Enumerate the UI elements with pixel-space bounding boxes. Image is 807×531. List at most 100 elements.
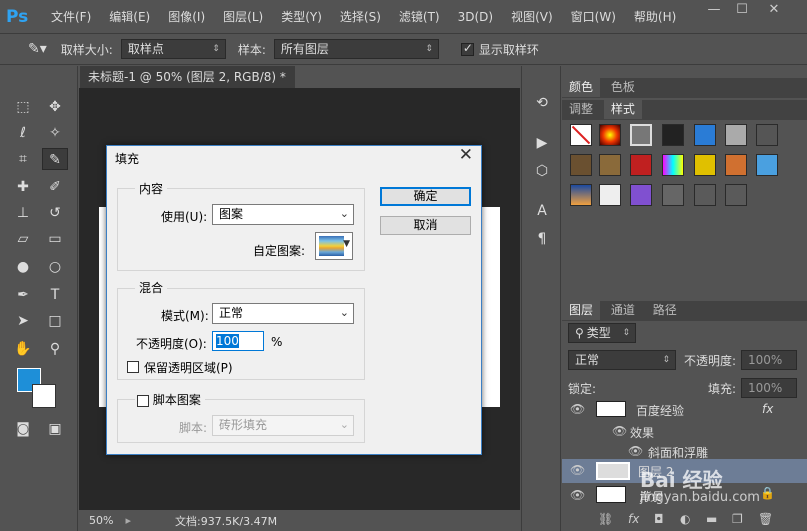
hand-tool-icon[interactable]: ✋	[10, 338, 36, 360]
actions-panel-icon[interactable]: ▶	[529, 132, 555, 154]
style-swatch[interactable]	[662, 154, 684, 176]
layer-row[interactable]: 👁 百度经验 fx	[562, 398, 807, 422]
minimize-button[interactable]: —	[701, 0, 727, 22]
style-swatch[interactable]	[599, 124, 621, 146]
healing-brush-tool-icon[interactable]: ✚	[10, 176, 36, 198]
status-menu-icon[interactable]: ▸	[125, 514, 131, 527]
style-swatch[interactable]	[570, 184, 592, 206]
style-swatch[interactable]	[694, 184, 716, 206]
fill-field[interactable]: 100%	[741, 378, 797, 398]
opacity-input[interactable]: 100	[212, 331, 264, 351]
menu-file[interactable]: 文件(F)	[42, 8, 100, 25]
menu-select[interactable]: 选择(S)	[331, 8, 390, 25]
add-style-icon[interactable]: fx	[628, 512, 639, 526]
menu-3d[interactable]: 3D(D)	[449, 10, 502, 24]
script-pattern-option[interactable]: 脚本图案	[135, 391, 205, 408]
background-color-swatch[interactable]	[32, 384, 56, 408]
zoom-level[interactable]: 50%	[89, 514, 113, 527]
paragraph-panel-icon[interactable]: ¶	[529, 228, 555, 250]
custom-pattern-picker[interactable]: ▼	[315, 232, 353, 260]
adjustment-layer-icon[interactable]: ◐	[680, 512, 690, 526]
style-swatch[interactable]	[725, 124, 747, 146]
menu-help[interactable]: 帮助(H)	[625, 8, 685, 25]
style-swatch[interactable]	[725, 184, 747, 206]
script-pattern-checkbox[interactable]	[137, 394, 149, 407]
style-swatch[interactable]	[694, 154, 716, 176]
eyedropper-tool-icon[interactable]: ✎▾	[28, 41, 47, 57]
layer-opacity-field[interactable]: 100%	[741, 350, 797, 370]
restore-button[interactable]: ☐	[729, 0, 755, 22]
ok-button[interactable]: 确定	[380, 187, 471, 206]
3d-panel-icon[interactable]: ⬡	[529, 160, 555, 182]
blur-tool-icon[interactable]: ●	[10, 256, 36, 278]
move-tool-icon[interactable]: ✥	[42, 96, 68, 118]
show-ring-checkbox[interactable]	[460, 41, 474, 56]
layer-kind-filter[interactable]: ⚲ 类型 ⇕	[568, 323, 636, 343]
fx-icon[interactable]: fx	[762, 402, 773, 416]
sample-select[interactable]: 所有图层 ⇕	[273, 39, 439, 59]
eraser-tool-icon[interactable]: ▱	[10, 228, 36, 250]
dodge-tool-icon[interactable]: ○	[42, 256, 68, 278]
layer-name[interactable]: 百度经验	[636, 402, 684, 419]
script-select[interactable]: 砖形填充 ⌄	[212, 415, 354, 436]
style-swatch[interactable]	[756, 154, 778, 176]
lasso-tool-icon[interactable]: ℓ	[10, 122, 36, 144]
document-tab[interactable]: 未标题-1 @ 50% (图层 2, RGB/8) * ×	[80, 66, 295, 106]
brush-tool-icon[interactable]: ✐	[42, 176, 68, 198]
menu-view[interactable]: 视图(V)	[502, 8, 562, 25]
style-swatch[interactable]	[725, 154, 747, 176]
style-swatch[interactable]	[570, 154, 592, 176]
history-panel-icon[interactable]: ⟲	[529, 92, 555, 114]
eyedropper-tool-icon[interactable]: ✎	[42, 148, 68, 170]
menu-filter[interactable]: 滤镜(T)	[390, 8, 449, 25]
screen-mode-icon[interactable]: ▣	[42, 418, 68, 440]
mode-select[interactable]: 正常 ⌄	[212, 303, 354, 324]
new-layer-icon[interactable]: ❐	[732, 512, 743, 526]
visibility-eye-icon[interactable]: 👁	[612, 424, 627, 438]
add-mask-icon[interactable]: ◘	[654, 512, 664, 526]
menu-type[interactable]: 类型(Y)	[272, 8, 331, 25]
crop-tool-icon[interactable]: ⌗	[10, 148, 36, 170]
clone-stamp-tool-icon[interactable]: ⊥	[10, 202, 36, 224]
delete-layer-icon[interactable]: 🗑	[758, 512, 773, 526]
style-swatch[interactable]	[662, 124, 684, 146]
new-group-icon[interactable]: ▬	[706, 512, 717, 526]
style-swatch[interactable]	[630, 154, 652, 176]
visibility-eye-icon[interactable]: 👁	[628, 444, 643, 458]
style-none[interactable]	[570, 124, 592, 146]
tab-paths[interactable]: 路径	[646, 301, 684, 320]
close-window-button[interactable]: ✕	[761, 0, 787, 22]
menu-window[interactable]: 窗口(W)	[562, 8, 625, 25]
cancel-button[interactable]: 取消	[380, 216, 471, 235]
style-swatch[interactable]	[599, 184, 621, 206]
style-swatch[interactable]	[694, 124, 716, 146]
shape-tool-icon[interactable]: □	[42, 310, 68, 332]
style-swatch[interactable]	[662, 184, 684, 206]
style-swatch[interactable]	[630, 184, 652, 206]
visibility-eye-icon[interactable]: 👁	[570, 402, 585, 416]
tab-adjustments[interactable]: 调整	[562, 100, 600, 119]
type-tool-icon[interactable]: T	[42, 284, 68, 306]
zoom-tool-icon[interactable]: ⚲	[42, 338, 68, 360]
link-layers-icon[interactable]: ⛓	[598, 512, 613, 526]
tab-channels[interactable]: 通道	[604, 301, 642, 320]
dialog-close-icon[interactable]: ✕	[459, 145, 473, 165]
tab-swatches[interactable]: 色板	[604, 78, 642, 97]
magic-wand-tool-icon[interactable]: ✧	[42, 122, 68, 144]
style-swatch[interactable]	[630, 124, 652, 146]
pen-tool-icon[interactable]: ✒	[10, 284, 36, 306]
menu-layer[interactable]: 图层(L)	[214, 8, 272, 25]
use-select[interactable]: 图案 ⌄	[212, 204, 354, 225]
sample-size-select[interactable]: 取样点 ⇕	[120, 39, 226, 59]
path-selection-tool-icon[interactable]: ➤	[10, 310, 36, 332]
menu-image[interactable]: 图像(I)	[159, 8, 214, 25]
quick-mask-icon[interactable]: ◙	[10, 418, 36, 440]
marquee-tool-icon[interactable]: ⬚	[10, 96, 36, 118]
menu-edit[interactable]: 编辑(E)	[100, 8, 159, 25]
history-brush-tool-icon[interactable]: ↺	[42, 202, 68, 224]
visibility-eye-icon[interactable]: 👁	[570, 463, 585, 477]
preserve-transparency-checkbox[interactable]	[127, 361, 139, 373]
style-swatch[interactable]	[599, 154, 621, 176]
visibility-eye-icon[interactable]: 👁	[570, 488, 585, 502]
gradient-tool-icon[interactable]: ▭	[42, 228, 68, 250]
